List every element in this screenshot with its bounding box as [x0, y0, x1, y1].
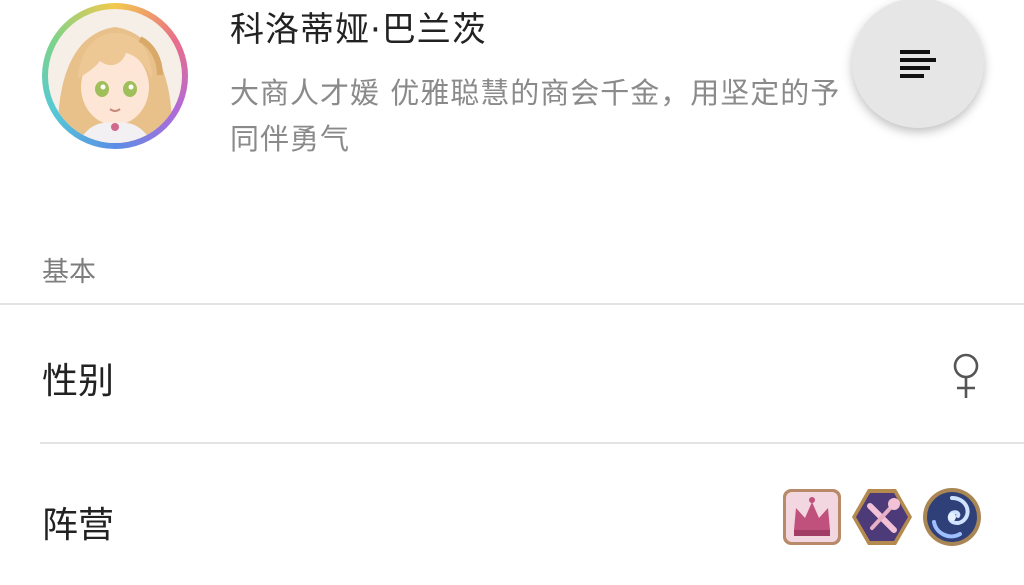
section-divider: [0, 303, 1024, 305]
section-title-basic: 基本: [42, 257, 96, 288]
character-profile-page: 科洛蒂娅·巴兰茨 大商人才媛 优雅聪慧的商会千金，用坚定的予同伴勇气 基本 性别…: [0, 0, 1024, 585]
menu-button[interactable]: [852, 0, 984, 128]
character-portrait-image: [48, 9, 182, 143]
gender-label: 性别: [42, 361, 115, 402]
female-symbol-icon: [953, 353, 979, 398]
crown-faction-icon[interactable]: [780, 486, 844, 548]
vortex-faction-icon[interactable]: [920, 486, 984, 548]
faction-icons: [780, 486, 986, 548]
character-avatar[interactable]: [42, 3, 188, 149]
tools-faction-icon[interactable]: [850, 486, 914, 548]
row-divider: [40, 442, 1024, 444]
faction-label: 阵营: [42, 505, 115, 546]
menu-lines-icon: [900, 50, 936, 78]
character-description: 大商人才媛 优雅聪慧的商会千金，用坚定的予同伴勇气: [230, 76, 841, 156]
character-name: 科洛蒂娅·巴兰茨: [230, 10, 487, 50]
